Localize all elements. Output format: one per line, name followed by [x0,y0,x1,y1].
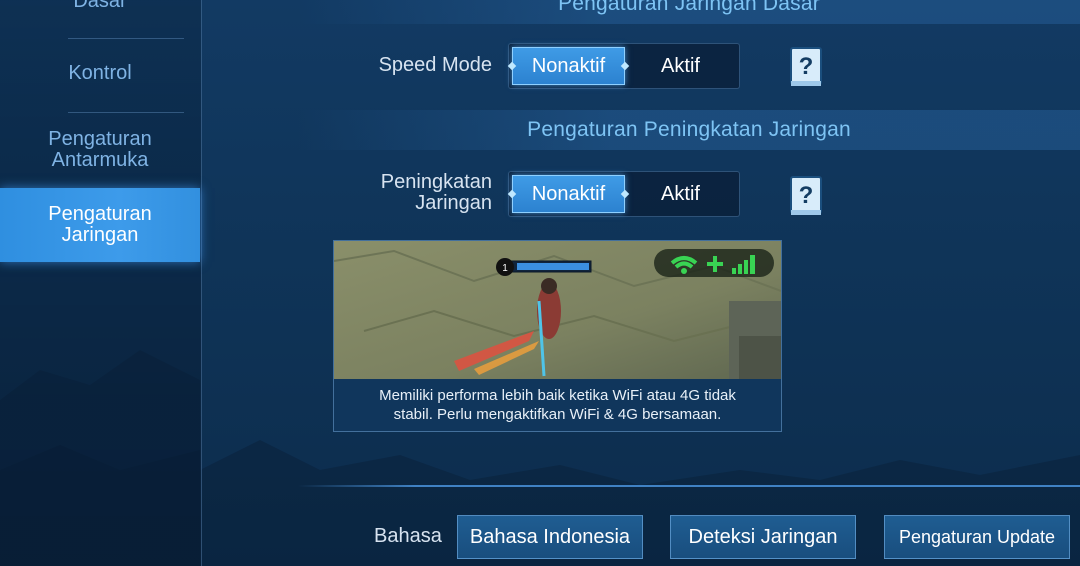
sidebar-item-label: Pengaturan Jaringan [48,203,152,246]
hero-level-badge: 1 [502,263,508,274]
language-select-button[interactable]: Bahasa Indonesia [457,515,643,559]
section-title: Pengaturan Peningkatan Jaringan [527,118,851,141]
network-boost-label-line1: Peningkatan [380,171,492,193]
preview-image: 1 [334,241,781,379]
sidebar-item-label: Kontrol [68,61,132,84]
speed-mode-toggle: Nonaktif Aktif [508,43,740,89]
sidebar-item-kontrol[interactable]: Kontrol [0,58,200,88]
section-header-basic: Pengaturan Jaringan Dasar [298,0,1080,24]
sidebar-divider [68,112,184,113]
sidebar-item-label: Pengaturan Antarmuka [48,128,152,171]
sidebar-item-dasar[interactable]: Dasar [0,0,200,16]
game-scene-illustration: 1 [334,241,781,379]
network-boost-preview: 1 Memiliki performa lebih baik ketika Wi… [333,240,782,432]
sidebar-item-antarmuka[interactable]: Pengaturan Antarmuka [0,124,200,176]
sidebar-item-jaringan[interactable]: Pengaturan Jaringan [0,188,200,262]
sidebar-divider [68,38,184,39]
speed-mode-off-option[interactable]: Nonaktif [512,47,625,85]
help-icon[interactable]: ? [789,47,823,87]
help-icon[interactable]: ? [789,176,823,216]
preview-description-line1: Memiliki performa lebih baik ketika WiFi… [379,387,736,404]
svg-text:?: ? [799,182,814,209]
section-header-boost: Pengaturan Peningkatan Jaringan [298,110,1080,150]
preview-description: Memiliki performa lebih baik ketika WiFi… [334,379,781,431]
network-boost-label: Peningkatan Jaringan [300,172,492,214]
network-boost-toggle: Nonaktif Aktif [508,171,740,217]
language-label: Bahasa [374,525,442,547]
sidebar-item-label: Dasar [73,0,127,12]
network-boost-on-option[interactable]: Aktif [625,175,736,213]
svg-text:?: ? [799,53,814,80]
update-settings-button[interactable]: Pengaturan Update [884,515,1070,559]
bottom-divider [298,485,1080,487]
settings-sidebar: Dasar Kontrol Pengaturan Antarmuka Penga… [0,0,202,566]
section-title: Pengaturan Jaringan Dasar [558,0,820,15]
speed-mode-label: Speed Mode [378,54,492,76]
detect-network-button[interactable]: Deteksi Jaringan [670,515,856,559]
network-boost-label-line2: Jaringan [415,192,492,214]
preview-description-line2: stabil. Perlu mengaktifkan WiFi & 4G ber… [393,406,722,423]
speed-mode-on-option[interactable]: Aktif [625,47,736,85]
network-boost-off-option[interactable]: Nonaktif [512,175,625,213]
